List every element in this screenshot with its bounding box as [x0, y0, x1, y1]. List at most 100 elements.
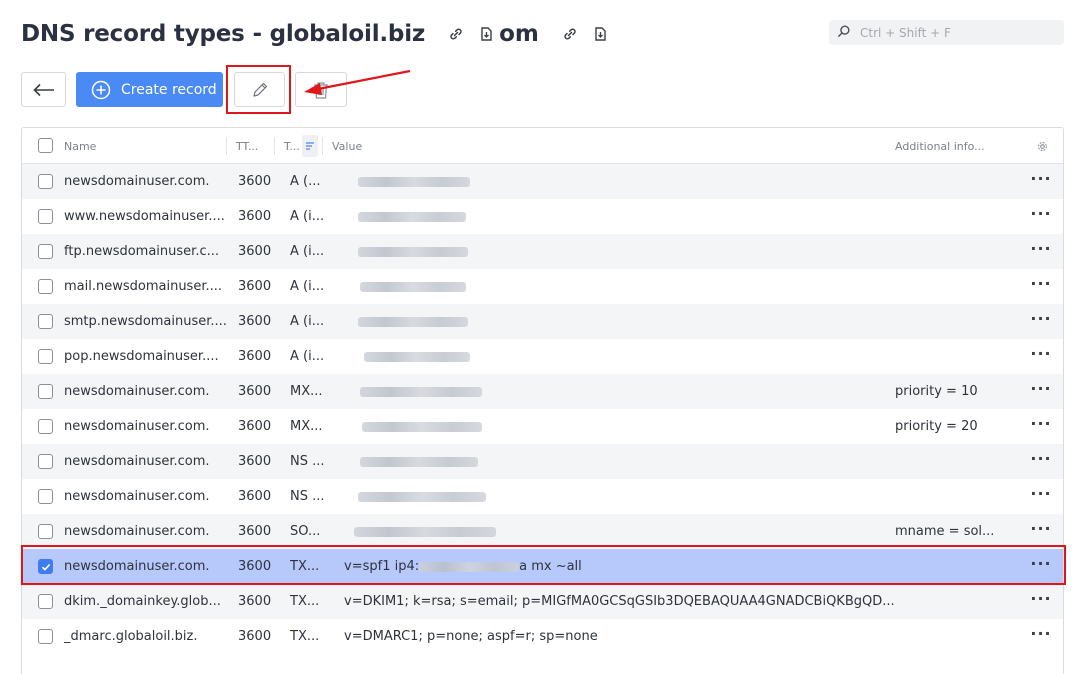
more-actions-icon[interactable]: ··· — [1027, 304, 1055, 339]
redacted-value — [354, 526, 496, 537]
table-row[interactable]: _dmarc.globaloil.biz. 3600 TX... v=DMARC1; … — [22, 619, 1063, 654]
table-row[interactable]: newsdomainuser.com. 3600 MX... priority = 1… — [22, 374, 1063, 409]
record-additional-info — [895, 304, 1005, 339]
create-record-button[interactable]: Create record — [76, 72, 223, 107]
search-input[interactable] — [860, 25, 1050, 40]
record-value — [338, 339, 898, 374]
select-all-checkbox[interactable] — [38, 138, 53, 153]
table-row[interactable]: dkim._domainkey.glob... 3600 TX... v=DKIM1;… — [22, 584, 1063, 619]
column-header-name[interactable]: Name — [64, 128, 96, 164]
more-actions-icon[interactable]: ··· — [1027, 234, 1055, 269]
record-ttl: 3600 — [238, 314, 272, 329]
column-header-value[interactable]: Value — [332, 128, 362, 164]
table-row[interactable]: ftp.newsdomainuser.c... 3600 A (i... ··· — [22, 234, 1063, 269]
search-box[interactable] — [829, 20, 1064, 45]
column-header-type[interactable]: T... — [284, 128, 300, 164]
row-checkbox[interactable] — [38, 314, 53, 329]
record-ttl: 3600 — [238, 244, 272, 259]
record-type: A (i... — [290, 209, 325, 224]
redacted-value — [360, 386, 482, 397]
record-value — [338, 444, 898, 479]
record-name: newsdomainuser.com. — [64, 524, 210, 539]
row-checkbox[interactable] — [38, 489, 53, 504]
more-actions-icon[interactable]: ··· — [1027, 164, 1055, 199]
more-actions-icon[interactable]: ··· — [1027, 619, 1055, 654]
record-additional-info — [895, 444, 1005, 479]
table-row[interactable]: newsdomainuser.com. 3600 A (... ··· — [22, 164, 1063, 199]
title-row: DNS record types - globaloil.biz om — [21, 14, 609, 54]
table-row[interactable]: newsdomainuser.com. 3600 SO... mname = sol.… — [22, 514, 1063, 549]
record-name: www.newsdomainuser.... — [64, 209, 225, 224]
row-checkbox[interactable] — [38, 454, 53, 469]
record-type: MX... — [290, 419, 323, 434]
redacted-value — [358, 491, 486, 502]
row-checkbox[interactable] — [38, 244, 53, 259]
record-value — [338, 199, 898, 234]
document-download-icon[interactable] — [477, 25, 495, 43]
record-ttl: 3600 — [238, 629, 272, 644]
edit-button-highlight — [226, 65, 291, 114]
arrow-left-icon — [32, 83, 54, 96]
column-header-additional-info[interactable]: Additional info... — [895, 128, 985, 164]
plus-circle-icon — [91, 80, 111, 99]
back-button[interactable] — [21, 72, 66, 107]
table-row[interactable]: www.newsdomainuser.... 3600 A (i... ··· — [22, 199, 1063, 234]
record-name: dkim._domainkey.glob... — [64, 594, 221, 609]
link-icon[interactable] — [447, 25, 465, 43]
column-settings-gear-icon[interactable] — [1037, 128, 1048, 164]
table-row[interactable]: pop.newsdomainuser.... 3600 A (i... ··· — [22, 339, 1063, 374]
record-additional-info — [895, 584, 1005, 619]
record-additional-info — [895, 234, 1005, 269]
record-ttl: 3600 — [238, 419, 272, 434]
row-checkbox[interactable] — [38, 279, 53, 294]
record-ttl: 3600 — [238, 489, 272, 504]
redacted-value — [362, 421, 482, 432]
row-checkbox[interactable] — [38, 174, 53, 189]
row-checkbox[interactable] — [38, 594, 53, 609]
more-actions-icon[interactable]: ··· — [1027, 374, 1055, 409]
record-ttl: 3600 — [238, 524, 272, 539]
table-row[interactable]: smtp.newsdomainuser.... 3600 A (i... ··· — [22, 304, 1063, 339]
table-row[interactable]: newsdomainuser.com. 3600 NS ... ··· — [22, 479, 1063, 514]
record-value: v=DKIM1; k=rsa; s=email; p=MIGfMA0GCSqGS… — [338, 584, 898, 619]
record-value — [338, 374, 898, 409]
table-row[interactable]: newsdomainuser.com. 3600 MX... priority = 2… — [22, 409, 1063, 444]
record-name: pop.newsdomainuser.... — [64, 349, 219, 364]
column-header-ttl[interactable]: TT... — [236, 128, 258, 164]
table-row[interactable]: mail.newsdomainuser.... 3600 A (i... ··· — [22, 269, 1063, 304]
more-actions-icon[interactable]: ··· — [1027, 584, 1055, 619]
record-type: TX... — [290, 594, 320, 609]
record-name: smtp.newsdomainuser.... — [64, 314, 226, 329]
record-name: _dmarc.globaloil.biz. — [64, 629, 198, 644]
more-actions-icon[interactable]: ··· — [1027, 199, 1055, 234]
redacted-value — [358, 316, 468, 327]
row-checkbox[interactable] — [38, 349, 53, 364]
document-download-icon[interactable] — [591, 25, 609, 43]
row-checkbox[interactable] — [38, 524, 53, 539]
sort-icon[interactable] — [302, 135, 318, 157]
row-checkbox[interactable] — [38, 209, 53, 224]
row-checkbox[interactable] — [38, 384, 53, 399]
record-additional-info — [895, 479, 1005, 514]
selected-row-highlight — [21, 545, 1066, 585]
link-icon[interactable] — [561, 25, 579, 43]
more-actions-icon[interactable]: ··· — [1027, 514, 1055, 549]
annotation-arrow-icon — [304, 69, 411, 95]
record-name: newsdomainuser.com. — [64, 454, 210, 469]
more-actions-icon[interactable]: ··· — [1027, 479, 1055, 514]
record-type: A (i... — [290, 349, 325, 364]
record-name: ftp.newsdomainuser.c... — [64, 244, 219, 259]
record-name: newsdomainuser.com. — [64, 384, 210, 399]
row-checkbox[interactable] — [38, 629, 53, 644]
table-row[interactable]: newsdomainuser.com. 3600 NS ... ··· — [22, 444, 1063, 479]
row-checkbox[interactable] — [38, 419, 53, 434]
record-value — [338, 269, 898, 304]
record-additional-info — [895, 269, 1005, 304]
record-name: newsdomainuser.com. — [64, 489, 210, 504]
record-type: A (i... — [290, 314, 325, 329]
more-actions-icon[interactable]: ··· — [1027, 339, 1055, 374]
redacted-value — [358, 176, 470, 187]
more-actions-icon[interactable]: ··· — [1027, 409, 1055, 444]
more-actions-icon[interactable]: ··· — [1027, 444, 1055, 479]
more-actions-icon[interactable]: ··· — [1027, 269, 1055, 304]
